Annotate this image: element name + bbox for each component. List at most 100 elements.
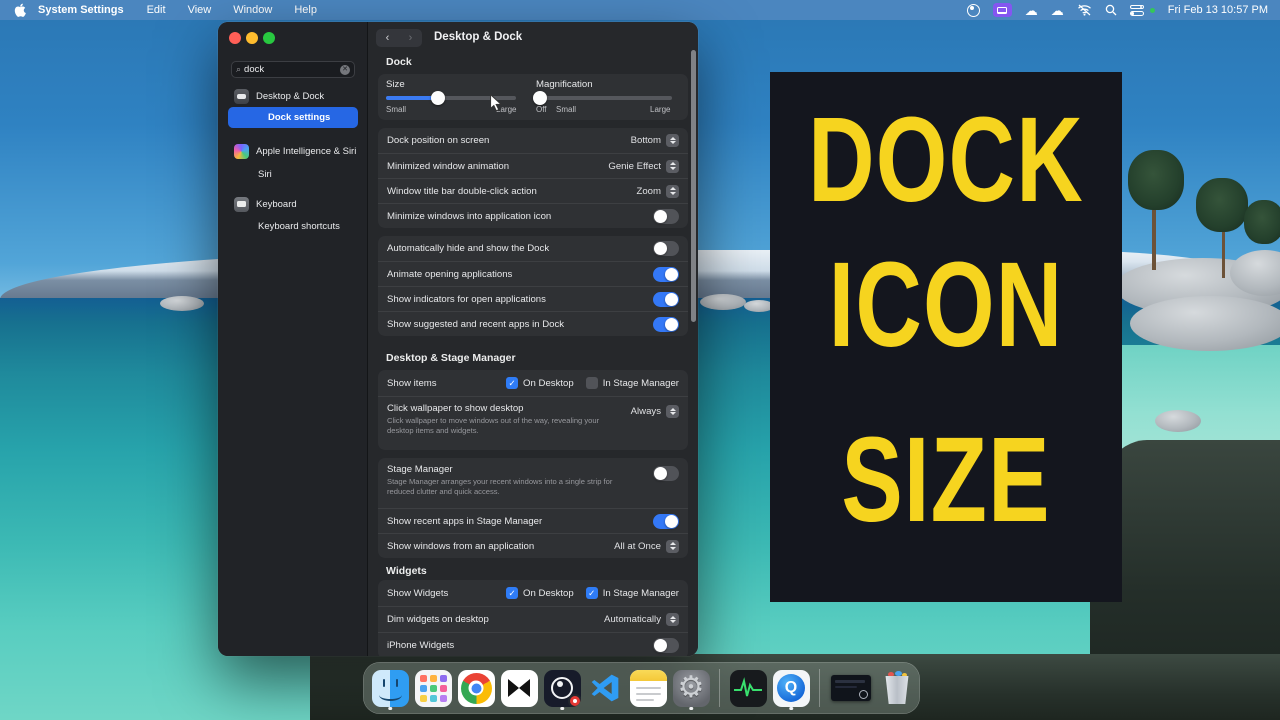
row-iphone-widgets: iPhone Widgets <box>378 632 688 656</box>
in-stage-manager-checkbox[interactable]: ✓ <box>585 377 598 389</box>
row-dim-widgets: Dim widgets on desktop Automatically <box>378 606 688 632</box>
click-wallpaper-select[interactable] <box>666 405 679 418</box>
overlay-line-3: SIZE <box>841 410 1051 548</box>
size-min-label: Small <box>386 105 407 114</box>
animate-opening-toggle[interactable] <box>653 266 679 282</box>
dock-app-launchpad[interactable] <box>414 666 452 710</box>
menu-clock[interactable]: Fri Feb 13 10:57 PM <box>1168 4 1268 16</box>
section-header-widgets: Widgets <box>386 565 427 577</box>
dock-options-card: Dock position on screen Bottom Minimized… <box>378 128 688 228</box>
mag-off-label: Off <box>536 105 547 114</box>
iphone-widgets-toggle[interactable] <box>653 638 679 653</box>
menu-help[interactable]: Help <box>283 4 328 16</box>
dock-app-notes[interactable] <box>629 666 667 710</box>
dim-widgets-select[interactable] <box>666 613 679 626</box>
page-title: Desktop & Dock <box>434 31 523 43</box>
magnification-slider[interactable] <box>533 91 672 105</box>
control-center-icon[interactable] <box>1129 2 1145 18</box>
screen-mirroring-icon[interactable] <box>992 2 1012 18</box>
doubleclick-select[interactable] <box>666 184 679 198</box>
minimize-into-icon-toggle[interactable] <box>653 208 679 224</box>
running-indicator <box>689 706 693 710</box>
sidebar-item-dock-settings[interactable]: Dock settings <box>228 107 358 128</box>
dock-app-chrome[interactable] <box>457 666 495 710</box>
show-windows-select[interactable] <box>666 539 679 553</box>
keyboard-icon <box>234 196 249 212</box>
row-click-wallpaper: Click wallpaper to show desktop Click wa… <box>378 396 688 450</box>
capcut-icon <box>500 669 538 707</box>
running-indicator <box>789 706 793 710</box>
animation-select[interactable] <box>666 159 679 173</box>
overlay-line-1: DOCK <box>808 90 1084 228</box>
menu-window[interactable]: Window <box>222 4 283 16</box>
close-button[interactable] <box>229 32 241 44</box>
dock-app-capcut[interactable] <box>500 666 538 710</box>
on-desktop-checkbox[interactable]: ✓ <box>506 377 519 389</box>
system-settings-icon: ⚙ <box>672 669 710 707</box>
mag-min-label: Small <box>556 105 577 114</box>
row-auto-hide: Automatically hide and show the Dock <box>378 236 688 261</box>
dock-trash[interactable] <box>878 666 916 710</box>
sidebar-item-keyboard[interactable]: Keyboard <box>218 194 368 214</box>
menu-bar: System Settings Edit View Window Help ☁ … <box>0 0 1280 20</box>
notes-icon <box>629 669 667 707</box>
size-slider-thumb[interactable] <box>431 91 445 105</box>
overlay-line-2: ICON <box>828 235 1064 373</box>
sidebar-item-siri[interactable]: Siri <box>218 164 368 184</box>
dock-minimized-window[interactable] <box>829 666 873 710</box>
zoom-button[interactable] <box>263 32 275 44</box>
row-show-indicators: Show indicators for open applications <box>378 286 688 311</box>
widgets-on-desktop-checkbox[interactable]: ✓ <box>506 587 519 599</box>
magnification-slider-label: Magnification <box>536 79 593 90</box>
show-indicators-toggle[interactable] <box>653 291 679 307</box>
dock-position-select[interactable] <box>666 134 679 147</box>
search-input[interactable] <box>244 64 337 75</box>
menu-app-name[interactable]: System Settings <box>36 4 136 16</box>
finder-icon <box>371 669 409 707</box>
row-suggested-apps: Show suggested and recent apps in Dock <box>378 311 688 336</box>
magnification-slider-thumb[interactable] <box>533 91 548 105</box>
row-show-windows: Show windows from an application All at … <box>378 533 688 558</box>
scrollbar[interactable] <box>691 50 696 322</box>
search-icon: ⌕ <box>236 64 242 74</box>
click-wallpaper-subtitle: Click wallpaper to move windows out of t… <box>387 416 600 435</box>
minimize-button[interactable] <box>246 32 258 44</box>
dock-app-quicktime[interactable]: Q <box>772 666 810 710</box>
spotlight-search-icon[interactable] <box>1105 2 1117 18</box>
settings-sidebar: ⌕ ✕ Desktop & Dock Dock settings Apple I… <box>218 22 368 656</box>
dock-app-finder[interactable] <box>371 666 409 710</box>
row-stage-manager: Stage Manager Stage Manager arranges you… <box>378 458 688 508</box>
trash-icon <box>883 671 911 704</box>
suggested-apps-toggle[interactable] <box>653 316 679 332</box>
dock-app-obs[interactable] <box>543 666 581 710</box>
system-settings-window: ⌕ ✕ Desktop & Dock Dock settings Apple I… <box>218 22 698 656</box>
dock-app-activity[interactable] <box>729 666 767 710</box>
widgets-in-stage-checkbox[interactable]: ✓ <box>585 587 598 599</box>
sliders-card: Size Small Large Magnification Off Small… <box>378 74 688 120</box>
back-button[interactable]: ‹ <box>386 32 390 44</box>
sidebar-search[interactable]: ⌕ ✕ <box>231 61 355 78</box>
sidebar-item-apple-intelligence[interactable]: Apple Intelligence & Siri <box>218 141 368 161</box>
stage-manager-toggle[interactable] <box>653 466 679 481</box>
dock-separator <box>819 669 820 707</box>
menu-edit[interactable]: Edit <box>136 4 177 16</box>
obs-icon[interactable] <box>966 2 980 18</box>
menu-view[interactable]: View <box>177 4 223 16</box>
cloud-sync-icon[interactable]: ☁ <box>1025 2 1038 18</box>
clear-search-icon[interactable]: ✕ <box>340 64 350 75</box>
cloud-icon[interactable]: ☁ <box>1051 2 1064 18</box>
dock-app-system-settings[interactable]: ⚙ <box>672 666 710 710</box>
section-header-desktop-stage: Desktop & Stage Manager <box>386 352 516 364</box>
running-indicator <box>388 706 392 710</box>
auto-hide-toggle[interactable] <box>653 241 679 256</box>
mag-max-label: Large <box>650 105 671 114</box>
sidebar-item-desktop-dock[interactable]: Desktop & Dock <box>218 86 368 106</box>
recent-apps-toggle[interactable] <box>653 513 679 529</box>
wifi-off-icon[interactable] <box>1077 2 1092 18</box>
dock-app-vscode[interactable] <box>586 666 624 710</box>
desktop-card: Show items ✓ On Desktop ✓ In Stage Manag… <box>378 370 688 450</box>
apple-logo-icon[interactable] <box>14 3 26 17</box>
row-dock-position: Dock position on screen Bottom <box>378 128 688 153</box>
sidebar-item-keyboard-shortcuts[interactable]: Keyboard shortcuts <box>218 216 368 236</box>
forward-button[interactable]: › <box>409 32 413 44</box>
